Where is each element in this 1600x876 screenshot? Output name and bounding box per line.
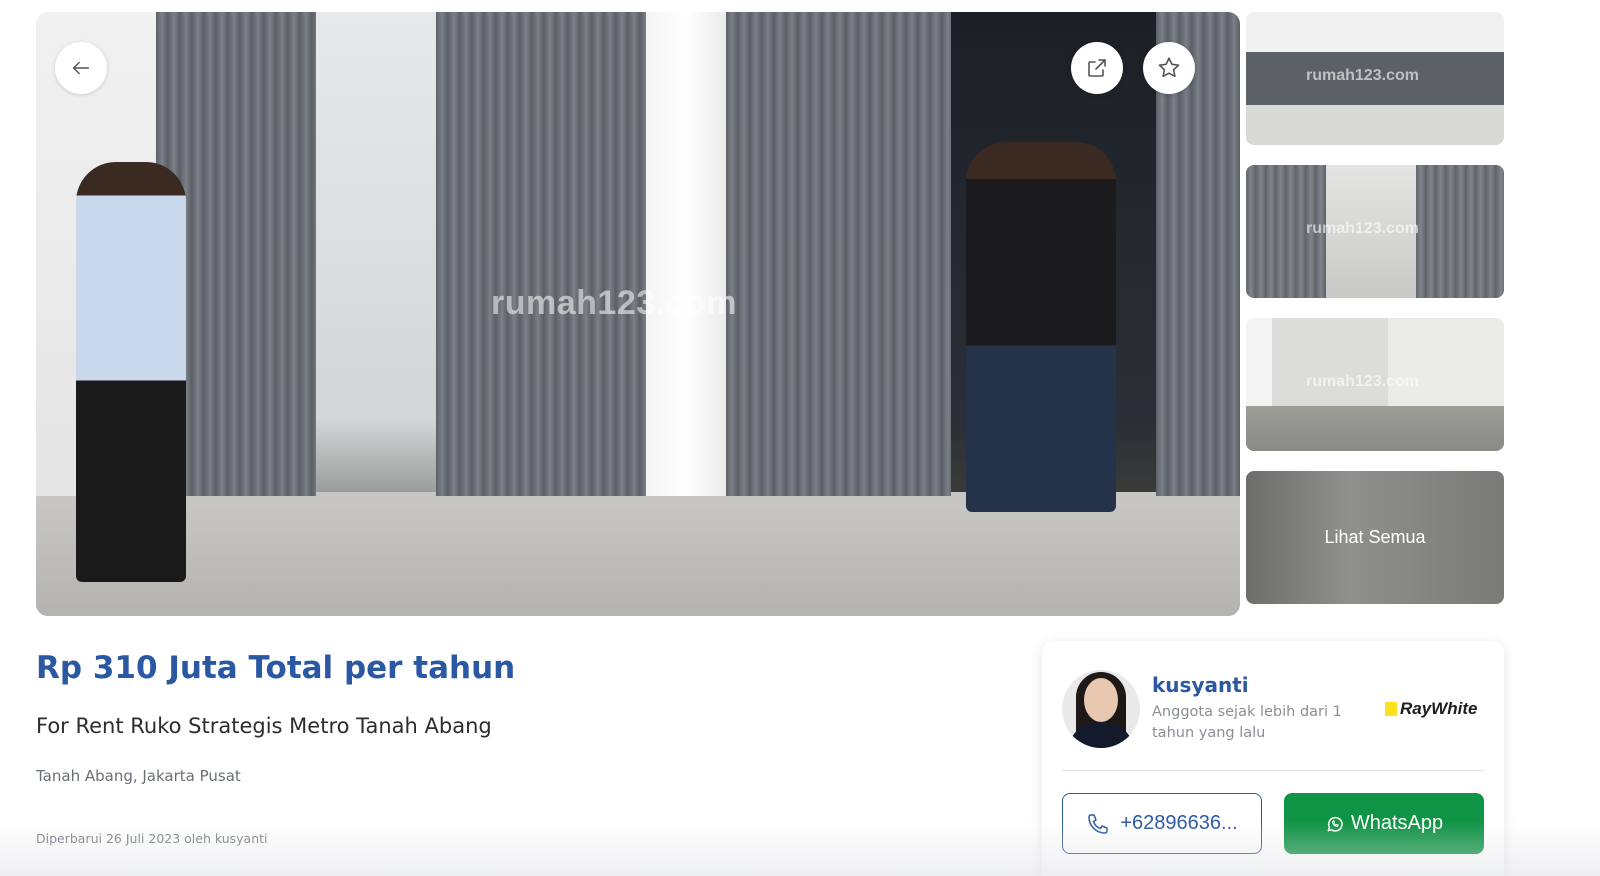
photo-watermark: rumah123.com bbox=[491, 284, 737, 322]
raywhite-logo-mark bbox=[1385, 702, 1397, 716]
main-photo[interactable]: rumah123.com bbox=[36, 12, 1240, 616]
thumbnail-1[interactable]: rumah123.com bbox=[1246, 12, 1504, 145]
agent-card: kusyanti Anggota sejak lebih dari 1 tahu… bbox=[1042, 641, 1504, 876]
divider bbox=[1062, 770, 1484, 771]
agent-member-since: Anggota sejak lebih dari 1 tahun yang la… bbox=[1152, 704, 1342, 741]
thumbnail-2[interactable]: rumah123.com bbox=[1246, 165, 1504, 298]
thumbnail-3[interactable]: rumah123.com bbox=[1246, 318, 1504, 451]
person-figure bbox=[76, 162, 186, 582]
agency-logo: RayWhite bbox=[1385, 699, 1477, 719]
thumbnail-watermark: rumah123.com bbox=[1306, 373, 1419, 390]
listing-title: For Rent Ruko Strategis Metro Tanah Aban… bbox=[36, 714, 492, 738]
whatsapp-label: WhatsApp bbox=[1350, 812, 1444, 834]
person-figure bbox=[966, 142, 1116, 512]
share-button[interactable] bbox=[1071, 42, 1123, 94]
listing-price: Rp 310 Juta Total per tahun bbox=[36, 650, 516, 686]
agency-name: RayWhite bbox=[1400, 699, 1478, 718]
agent-avatar[interactable] bbox=[1062, 670, 1140, 748]
phone-number-label: +62896636... bbox=[1120, 812, 1238, 834]
property-listing-page: rumah123.com rumah123.com rumah123.com r… bbox=[0, 0, 1600, 876]
back-button[interactable] bbox=[55, 42, 107, 94]
thumbnail-watermark: rumah123.com bbox=[1306, 220, 1419, 237]
thumbnail-watermark: rumah123.com bbox=[1306, 67, 1419, 84]
share-icon bbox=[1088, 59, 1106, 77]
whatsapp-button[interactable]: WhatsApp bbox=[1284, 793, 1484, 854]
phone-icon bbox=[1088, 813, 1109, 834]
listing-updated: Diperbarui 26 Juli 2023 oleh kusyanti bbox=[36, 831, 268, 846]
arrow-left-icon bbox=[72, 61, 90, 75]
favorite-button[interactable] bbox=[1143, 42, 1195, 94]
see-all-label: Lihat Semua bbox=[1324, 527, 1426, 547]
whatsapp-icon bbox=[1327, 816, 1343, 832]
call-agent-button[interactable]: +62896636... bbox=[1062, 793, 1262, 854]
agent-name[interactable]: kusyanti bbox=[1152, 673, 1249, 697]
see-all-photos-button[interactable]: Lihat Semua bbox=[1246, 471, 1504, 604]
listing-location: Tanah Abang, Jakarta Pusat bbox=[36, 767, 241, 785]
star-icon bbox=[1158, 57, 1180, 78]
